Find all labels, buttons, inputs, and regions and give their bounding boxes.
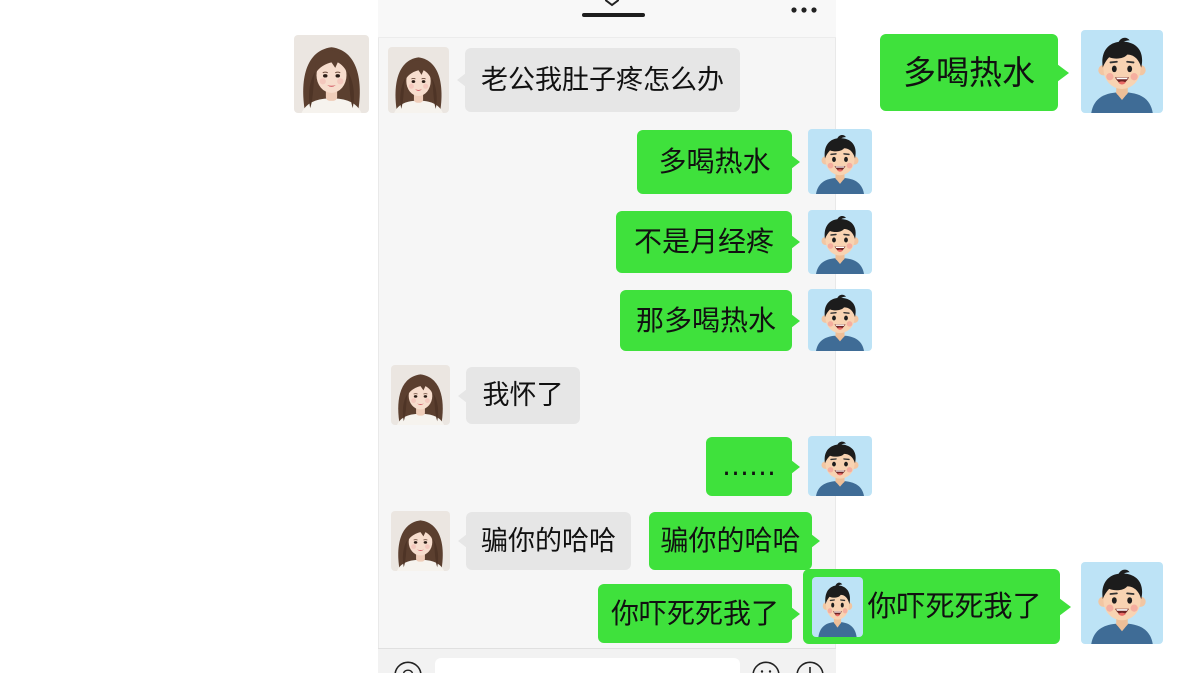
- message-text: 你吓死死我了: [867, 589, 1042, 623]
- girlfriend-avatar-large: [294, 35, 369, 113]
- zoomed-outgoing-bubble: 多喝热水: [880, 34, 1069, 111]
- my-avatar[interactable]: [812, 577, 863, 637]
- my-avatar-large: [1081, 30, 1163, 113]
- message-text: 多喝热水: [903, 53, 1035, 92]
- zoom-overlay: 多喝热水 你吓死死我了: [0, 0, 1200, 673]
- my-avatar-large: [1081, 562, 1163, 644]
